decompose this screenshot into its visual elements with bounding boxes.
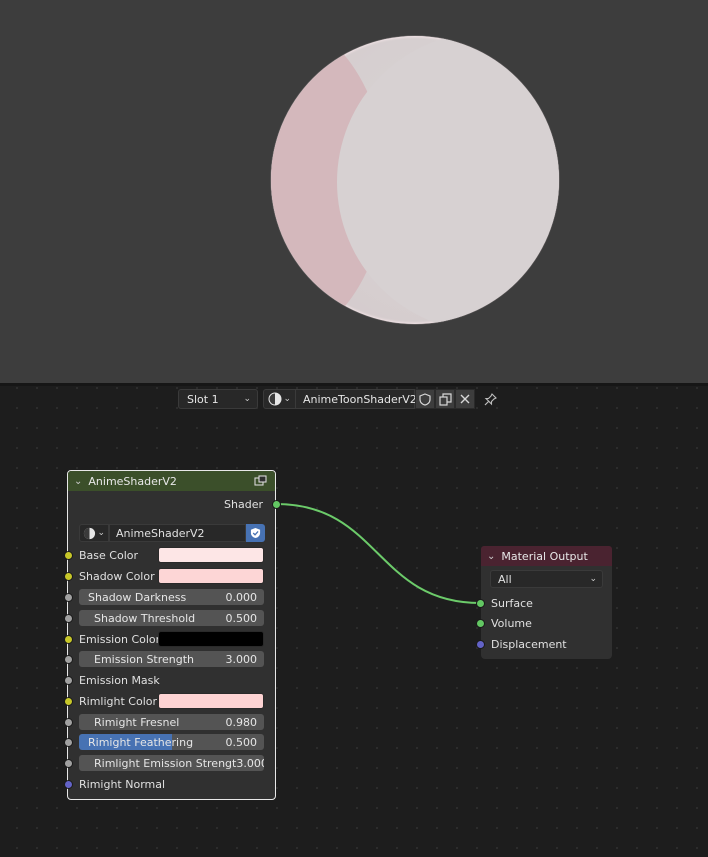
node-title: AnimeShaderV2 [88, 474, 177, 488]
rimlight-normal-socket[interactable] [64, 780, 73, 789]
shadow-threshold-socket[interactable] [64, 614, 73, 623]
shadow-color-label: Shadow Color [79, 570, 155, 583]
rimlight-color-label: Rimlight Color [79, 695, 158, 708]
volume-input-socket[interactable] [476, 619, 485, 628]
displacement-label: Displacement [491, 638, 567, 651]
emission-mask-socket[interactable] [64, 676, 73, 685]
rimlight-emission-socket[interactable] [64, 759, 73, 768]
group-fake-user-button[interactable] [246, 524, 265, 542]
emission-color-label: Emission Color [79, 633, 161, 646]
node-header[interactable]: ⌄ Material Output [481, 546, 612, 566]
emission-strength-field[interactable]: Emission Strength 3.000 [79, 651, 264, 667]
shader-output-socket[interactable] [272, 500, 281, 509]
shield-icon [250, 527, 261, 539]
node-group-icon[interactable] [254, 475, 267, 487]
displacement-input-socket[interactable] [476, 640, 485, 649]
rimlight-feathering-socket[interactable] [64, 738, 73, 747]
surface-label: Surface [491, 597, 533, 610]
output-target-dropdown[interactable]: All ⌄ [490, 570, 603, 588]
material-sphere-icon [83, 527, 96, 539]
chevron-down-icon: ⌄ [589, 574, 597, 584]
group-browse-button[interactable]: ⌄ [79, 524, 109, 542]
emission-mask-label: Emission Mask [79, 674, 160, 687]
rimlight-color-socket[interactable] [64, 697, 73, 706]
shadow-color-swatch[interactable] [158, 568, 264, 584]
rimlight-feathering-slider[interactable]: Rimight Feathering 0.500 [79, 734, 264, 750]
shadow-color-socket[interactable] [64, 572, 73, 581]
node-title: Material Output [501, 549, 588, 563]
emission-strength-socket[interactable] [64, 655, 73, 664]
rimlight-fresnel-socket[interactable] [64, 718, 73, 727]
shadow-threshold-field[interactable]: Shadow Threshold 0.500 [79, 610, 264, 626]
rimlight-fresnel-field[interactable]: Rimight Fresnel 0.980 [79, 714, 264, 730]
base-color-label: Base Color [79, 549, 139, 562]
chevron-down-icon: ⌄ [97, 528, 105, 538]
emission-color-swatch[interactable] [158, 631, 264, 647]
shadow-darkness-field[interactable]: Shadow Darkness 0.000 [79, 589, 264, 605]
rimlight-emission-field[interactable]: Rimlight Emission Strengt 3.000 [79, 755, 264, 771]
volume-label: Volume [491, 617, 532, 630]
base-color-swatch[interactable] [158, 547, 264, 563]
node-header[interactable]: ⌄ AnimeShaderV2 [68, 471, 275, 491]
group-name-field[interactable]: AnimeShaderV2 [109, 524, 246, 542]
base-color-socket[interactable] [64, 551, 73, 560]
rimlight-color-swatch[interactable] [158, 693, 264, 709]
emission-color-socket[interactable] [64, 635, 73, 644]
collapse-chevron-icon[interactable]: ⌄ [487, 551, 495, 562]
shader-output-label: Shader [224, 498, 263, 511]
shadow-darkness-socket[interactable] [64, 593, 73, 602]
rimlight-normal-label: Rimight Normal [79, 778, 166, 791]
surface-input-socket[interactable] [476, 599, 485, 608]
collapse-chevron-icon[interactable]: ⌄ [74, 476, 82, 487]
